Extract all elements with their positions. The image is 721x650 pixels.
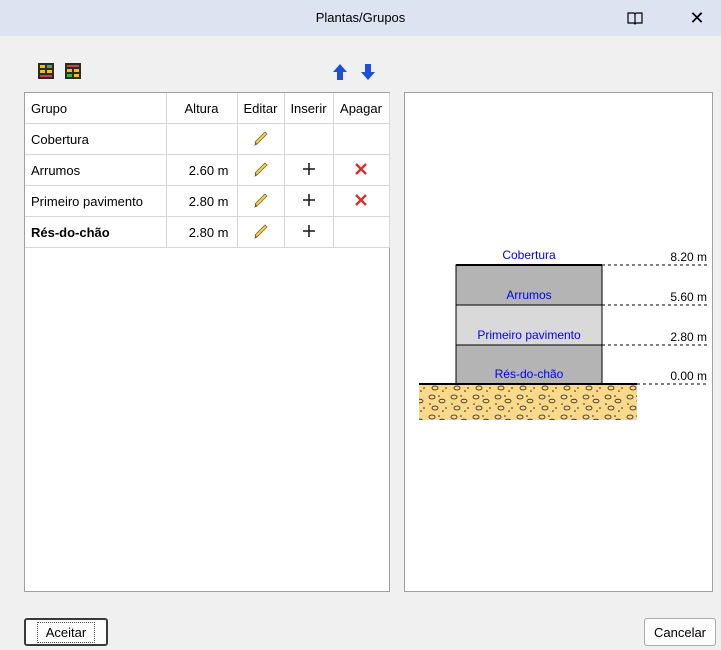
- close-icon: ✕: [689, 7, 705, 28]
- cell-grupo[interactable]: Primeiro pavimento: [25, 185, 167, 217]
- column-header-altura[interactable]: Altura: [166, 93, 238, 124]
- window-title: Plantas/Grupos: [315, 10, 406, 25]
- column-header-grupo[interactable]: Grupo: [25, 93, 167, 124]
- table-row[interactable]: Cobertura: [25, 123, 390, 155]
- help-button[interactable]: [615, 0, 655, 36]
- cell-editar: [237, 154, 285, 186]
- floor-groups-table: Grupo Altura Editar Inserir Apagar Cober…: [24, 92, 390, 592]
- cell-apagar: [333, 216, 390, 248]
- building-section-diagram: Cobertura Arrumos Primeiro pavimento Rés…: [404, 92, 713, 592]
- table-header-row: Grupo Altura Editar Inserir Apagar: [25, 93, 390, 124]
- elevation-arrumos: 5.60 m: [670, 290, 707, 304]
- cell-altura[interactable]: 2.80 m: [166, 185, 238, 217]
- pencil-icon[interactable]: [252, 161, 270, 181]
- cell-apagar: [333, 123, 390, 155]
- plus-icon[interactable]: [301, 224, 317, 242]
- cell-altura[interactable]: [166, 123, 238, 155]
- cell-grupo[interactable]: Arrumos: [25, 154, 167, 186]
- pencil-icon[interactable]: [252, 192, 270, 212]
- elevation-primeiro-pavimento: 2.80 m: [670, 330, 707, 344]
- aceitar-button[interactable]: Aceitar: [24, 618, 108, 646]
- add-floor-below-icon[interactable]: [64, 62, 82, 80]
- pencil-icon[interactable]: [252, 130, 270, 150]
- section-diagram-canvas: Cobertura Arrumos Primeiro pavimento Rés…: [419, 248, 707, 420]
- column-header-editar[interactable]: Editar: [237, 93, 285, 124]
- cell-inserir: [284, 185, 334, 217]
- aceitar-label: Aceitar: [36, 621, 96, 643]
- table-row[interactable]: Arrumos 2.60 m: [25, 154, 390, 186]
- close-button[interactable]: ✕: [677, 0, 717, 36]
- level-label-primeiro-pavimento: Primeiro pavimento: [477, 328, 581, 342]
- cell-apagar: [333, 154, 390, 186]
- pencil-icon[interactable]: [252, 223, 270, 243]
- book-icon: [627, 12, 643, 25]
- table-row[interactable]: Rés-do-chão 2.80 m: [25, 216, 390, 248]
- column-header-inserir[interactable]: Inserir: [284, 93, 334, 124]
- cell-editar: [237, 185, 285, 217]
- cell-editar: [237, 123, 285, 155]
- cell-altura[interactable]: 2.60 m: [166, 154, 238, 186]
- cell-altura[interactable]: 2.80 m: [166, 216, 238, 248]
- plus-icon[interactable]: [301, 193, 317, 211]
- cell-inserir: [284, 216, 334, 248]
- column-header-apagar[interactable]: Apagar: [333, 93, 390, 124]
- add-floor-above-icon[interactable]: [37, 62, 55, 80]
- cell-editar: [237, 216, 285, 248]
- title-bar: Plantas/Grupos ✕: [0, 0, 721, 36]
- delete-icon[interactable]: [353, 162, 369, 180]
- ground-fill: [419, 384, 637, 420]
- level-label-arrumos: Arrumos: [506, 288, 551, 302]
- elevation-cobertura: 8.20 m: [670, 250, 707, 264]
- cell-inserir: [284, 123, 334, 155]
- delete-icon[interactable]: [353, 193, 369, 211]
- cell-grupo[interactable]: Rés-do-chão: [25, 216, 167, 248]
- cell-inserir: [284, 154, 334, 186]
- groups-grid: Grupo Altura Editar Inserir Apagar Cober…: [25, 93, 390, 248]
- table-row[interactable]: Primeiro pavimento 2.80 m: [25, 185, 390, 217]
- level-label-res-do-chao: Rés-do-chão: [495, 367, 564, 381]
- move-up-arrow-icon[interactable]: [332, 62, 348, 82]
- cancelar-button[interactable]: Cancelar: [644, 618, 716, 646]
- elevation-res-do-chao: 0.00 m: [670, 369, 707, 383]
- plus-icon[interactable]: [301, 162, 317, 180]
- level-label-cobertura: Cobertura: [502, 248, 556, 262]
- cell-grupo[interactable]: Cobertura: [25, 123, 167, 155]
- move-down-arrow-icon[interactable]: [360, 62, 376, 82]
- cell-apagar: [333, 185, 390, 217]
